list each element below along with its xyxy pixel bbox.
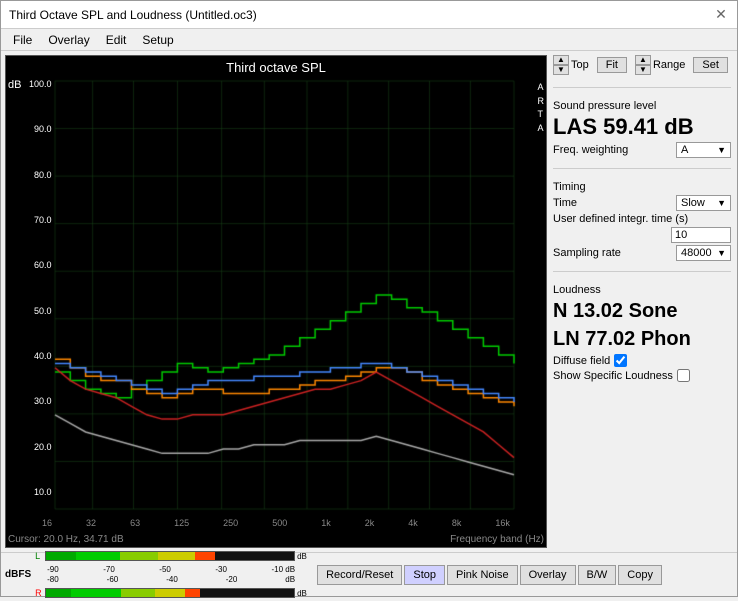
freq-weighting-dropdown[interactable]: A ▼ xyxy=(676,142,731,158)
r-meter-row: R dB xyxy=(35,585,315,601)
range-up-btn[interactable]: ▲ xyxy=(635,55,651,65)
timing-section: Timing Time Slow ▼ User defined integr. … xyxy=(553,177,731,263)
chart-plot: A R T A xyxy=(53,77,546,515)
close-button[interactable]: ✕ xyxy=(713,7,729,23)
diffuse-field-row: Diffuse field xyxy=(553,354,731,367)
pink-noise-button[interactable]: Pink Noise xyxy=(447,565,518,585)
bottom-buttons: Record/Reset Stop Pink Noise Overlay B/W… xyxy=(317,565,662,585)
top-group: ▲ ▼ Top xyxy=(553,55,589,75)
stop-button[interactable]: Stop xyxy=(404,565,445,585)
l-meter-row: L dB xyxy=(35,548,315,564)
time-row: Time Slow ▼ xyxy=(553,195,731,211)
overlay-button[interactable]: Overlay xyxy=(520,565,576,585)
freq-weighting-label: Freq. weighting xyxy=(553,144,628,156)
range-down-btn[interactable]: ▼ xyxy=(635,65,651,75)
bw-button[interactable]: B/W xyxy=(578,565,617,585)
range-group: ▲ ▼ Range xyxy=(635,55,685,75)
spl-section: Sound pressure level LAS 59.41 dB Freq. … xyxy=(553,96,731,160)
l-segment-5 xyxy=(195,552,215,560)
top-spinners[interactable]: ▲ ▼ xyxy=(553,55,569,75)
diffuse-field-label: Diffuse field xyxy=(553,355,610,367)
record-reset-button[interactable]: Record/Reset xyxy=(317,565,402,585)
l-segment-2 xyxy=(76,552,121,560)
time-label: Time xyxy=(553,197,577,209)
menu-file[interactable]: File xyxy=(5,31,40,49)
dBFS-label: dBFS xyxy=(5,569,31,580)
menu-overlay[interactable]: Overlay xyxy=(40,31,97,49)
menu-bar: File Overlay Edit Setup xyxy=(1,29,737,51)
chart-title: Third octave SPL xyxy=(6,56,546,77)
sampling-rate-arrow: ▼ xyxy=(717,248,726,258)
l-segment-3 xyxy=(120,552,157,560)
bottom-ticks: -80 -60 -40 -20 dB xyxy=(35,575,315,584)
l-db-label: dB xyxy=(297,552,315,561)
top-controls: ▲ ▼ Top Fit ▲ ▼ Range Set xyxy=(553,55,731,75)
r-db-label: dB xyxy=(297,589,315,598)
menu-setup[interactable]: Setup xyxy=(134,31,181,49)
range-label: Range xyxy=(653,59,685,71)
y-axis-label: dB xyxy=(6,77,23,515)
spl-section-label: Sound pressure level xyxy=(553,100,731,112)
chart-bottom-labels: Cursor: 20.0 Hz, 34.71 dB Frequency band… xyxy=(6,531,546,547)
spl-value: LAS 59.41 dB xyxy=(553,114,731,140)
copy-button[interactable]: Copy xyxy=(618,565,662,585)
arta-label: A R T A xyxy=(538,81,545,135)
r-segment-4 xyxy=(155,589,185,597)
loudness-n-value: N 13.02 Sone xyxy=(553,298,731,324)
range-spinners[interactable]: ▲ ▼ xyxy=(635,55,651,75)
time-arrow: ▼ xyxy=(717,198,726,208)
main-content: Third octave SPL dB 100.0 90.0 80.0 70.0 xyxy=(1,51,737,552)
y-ticks: 100.0 90.0 80.0 70.0 60.0 50.0 40.0 30.0… xyxy=(23,77,53,515)
divider-2 xyxy=(553,168,731,169)
loudness-section: Loudness N 13.02 Sone LN 77.02 Phon Diff… xyxy=(553,280,731,384)
l-segment-1 xyxy=(46,552,76,560)
divider-3 xyxy=(553,271,731,272)
user-integr-input[interactable] xyxy=(671,227,731,243)
r-segment-5 xyxy=(185,589,200,597)
top-ticks: -90 -70 -50 -30 -10 dB xyxy=(35,565,315,574)
freq-weighting-arrow: ▼ xyxy=(717,145,726,155)
top-label: Top xyxy=(571,59,589,71)
loudness-section-label: Loudness xyxy=(553,284,731,296)
freq-weighting-row: Freq. weighting A ▼ xyxy=(553,142,731,158)
user-integr-row: User defined integr. time (s) xyxy=(553,213,731,243)
cursor-text: Cursor: 20.0 Hz, 34.71 dB xyxy=(8,534,124,545)
window-title: Third Octave SPL and Loudness (Untitled.… xyxy=(9,8,257,22)
set-button[interactable]: Set xyxy=(693,57,728,73)
time-dropdown[interactable]: Slow ▼ xyxy=(676,195,731,211)
r-segment-3 xyxy=(121,589,156,597)
show-specific-row: Show Specific Loudness xyxy=(553,369,731,382)
loudness-ln-value: LN 77.02 Phon xyxy=(553,326,731,352)
sampling-rate-label: Sampling rate xyxy=(553,247,621,259)
timing-section-label: Timing xyxy=(553,181,731,193)
chart-canvas xyxy=(53,77,532,513)
x-axis-label: Frequency band (Hz) xyxy=(450,534,544,545)
show-specific-label: Show Specific Loudness xyxy=(553,370,673,382)
l-label: L xyxy=(35,551,43,561)
bottom-bar: dBFS L dB -90 -70 -50 -30 xyxy=(1,552,737,596)
user-integr-label: User defined integr. time (s) xyxy=(553,213,688,225)
r-segment-2 xyxy=(71,589,121,597)
fit-button[interactable]: Fit xyxy=(597,57,627,73)
divider-1 xyxy=(553,87,731,88)
right-panel: ▲ ▼ Top Fit ▲ ▼ Range Set xyxy=(547,51,737,552)
chart-area: Third octave SPL dB 100.0 90.0 80.0 70.0 xyxy=(5,55,547,548)
l-segment-4 xyxy=(158,552,195,560)
x-ticks: 16 32 63 125 250 500 1k 2k 4k 8k 16k xyxy=(6,515,546,531)
sampling-rate-row: Sampling rate 48000 ▼ xyxy=(553,245,731,261)
show-specific-checkbox[interactable] xyxy=(677,369,690,382)
top-down-btn[interactable]: ▼ xyxy=(553,65,569,75)
diffuse-field-checkbox[interactable] xyxy=(614,354,627,367)
menu-edit[interactable]: Edit xyxy=(98,31,135,49)
l-meter-bar xyxy=(45,551,295,561)
top-up-btn[interactable]: ▲ xyxy=(553,55,569,65)
sampling-rate-dropdown[interactable]: 48000 ▼ xyxy=(676,245,731,261)
level-meters: L dB -90 -70 -50 -30 -10 dB -80 xyxy=(35,548,315,601)
main-window: Third Octave SPL and Loudness (Untitled.… xyxy=(0,0,738,597)
title-bar: Third Octave SPL and Loudness (Untitled.… xyxy=(1,1,737,29)
r-segment-1 xyxy=(46,589,71,597)
